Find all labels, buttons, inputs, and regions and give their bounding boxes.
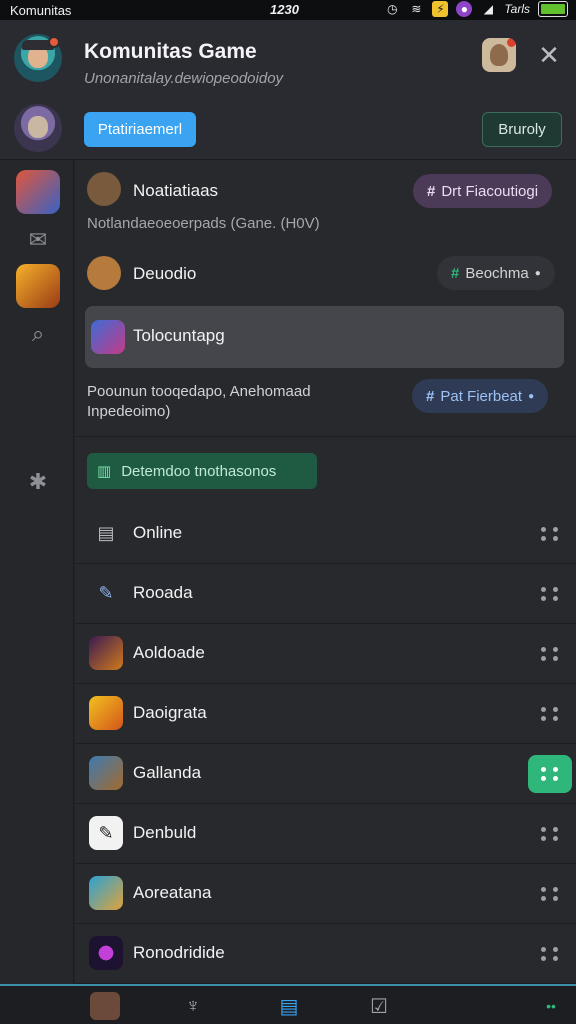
tag-pill-label: Drt Fiacoutiogi — [441, 182, 539, 200]
hash-icon: # — [451, 264, 460, 282]
list-item-label: Daoigrata — [133, 703, 207, 722]
green-tag-label: Detemdoo tnothasonos — [121, 462, 277, 480]
close-icon[interactable]: ✕ — [536, 42, 562, 68]
note-line-2: Inpedeoimo) — [87, 403, 171, 420]
board-icon[interactable]: ▤ — [274, 992, 304, 1020]
circle-icon: ● — [456, 1, 473, 17]
status-text: Tarls — [504, 2, 530, 16]
tag-pill-label: Pat Fierbeat — [440, 387, 523, 405]
list-item-label: Rooada — [133, 583, 193, 602]
list-item-label: Denbuld — [133, 823, 197, 842]
bolt-icon: ⚡ — [432, 1, 449, 17]
alarm-icon: ◷ — [387, 2, 398, 16]
top-item-label[interactable]: Deuodio — [133, 264, 196, 284]
dot-icon: ● — [528, 390, 535, 402]
game-icon — [89, 696, 123, 730]
tag-pill[interactable]: # Drt Fiacoutiogi — [413, 174, 553, 208]
list-item-label: Aoldoade — [133, 643, 205, 662]
board-icon: ▥ — [97, 463, 112, 480]
drag-handle-icon[interactable] — [540, 943, 560, 965]
wifi-icon: ≋ — [411, 2, 422, 16]
tag-pill[interactable]: # Pat Fierbeat ● — [412, 379, 549, 413]
game-icon — [89, 756, 123, 790]
character-icon — [87, 172, 121, 206]
rail-game-icon[interactable] — [16, 170, 60, 214]
carrier-label: Komunitas — [10, 2, 72, 18]
drag-handle-icon[interactable] — [540, 583, 560, 605]
signal-icon: ◢ — [483, 2, 494, 16]
user-avatar[interactable] — [14, 104, 62, 152]
game-icon — [89, 936, 123, 970]
list-item[interactable]: ✎ Rooada — [75, 564, 576, 624]
mail-icon[interactable]: ✉ — [16, 218, 60, 262]
top-item-label[interactable]: Noatiatiaas — [133, 181, 218, 201]
hash-icon: # — [427, 182, 436, 200]
list-item[interactable]: Gallanda — [75, 744, 576, 804]
tag-pill[interactable]: # Beochma ● — [437, 256, 555, 290]
status-bar: Komunitas 1230 ◷ ≋ ⚡ ● ◢ Tarls — [0, 0, 576, 20]
left-rail: ✉ ⌕ ✱ — [0, 160, 74, 984]
divider — [75, 436, 576, 437]
page-title: Komunitas Game — [84, 40, 257, 63]
list-item[interactable]: Aoldoade — [75, 624, 576, 684]
settings-icon[interactable]: ✱ — [16, 460, 60, 504]
drag-handle-icon[interactable] — [540, 883, 560, 905]
avatar-face — [28, 116, 48, 138]
game-icon — [89, 876, 123, 910]
search-icon[interactable]: ⌕ — [16, 312, 60, 356]
channel-list: Noatiatiaas # Drt Fiacoutiogi Notlandaeo… — [75, 160, 576, 984]
book-icon: ✎ — [89, 816, 123, 850]
inbox-icon[interactable]: ☑ — [364, 992, 394, 1020]
pen-icon: ✎ — [98, 582, 114, 603]
list-item-label: Ronodridide — [133, 943, 225, 962]
tree-icon[interactable]: ♆ — [178, 992, 208, 1020]
more-icon[interactable]: •• — [536, 992, 566, 1020]
list-item[interactable]: Daoigrata — [75, 684, 576, 744]
list-item-label: Gallanda — [133, 763, 202, 782]
notification-dot — [48, 36, 60, 48]
primary-button[interactable]: Ptatiriaemerl — [84, 112, 196, 147]
game-icon — [91, 320, 125, 354]
note-line-1: Poounun tooqedapo, Anehomaad — [87, 383, 311, 400]
home-tab-icon[interactable] — [90, 992, 120, 1020]
description-text: Notlandaeoeoerpads (Gane. (H0V) — [87, 215, 320, 232]
drag-handle-icon[interactable] — [540, 703, 560, 725]
tag-pill-label: Beochma — [465, 264, 529, 282]
hash-icon: # — [426, 387, 435, 405]
page-subtitle: Unonanitalay.dewiopeodoidoy — [84, 70, 284, 87]
drag-handle-icon[interactable] — [540, 523, 560, 545]
list-item[interactable]: Ronodridide — [75, 924, 576, 984]
green-tag-button[interactable]: ▥ Detemdoo tnothasonos — [87, 453, 317, 489]
list-item[interactable]: Aoreatana — [75, 864, 576, 924]
game-icon — [89, 636, 123, 670]
battery-icon — [538, 1, 568, 17]
list-item-label: Aoreatana — [133, 883, 212, 902]
drag-handle-icon[interactable] — [528, 755, 572, 793]
community-header: Komunitas Game Unonanitalay.dewiopeodoid… — [0, 20, 576, 160]
secondary-button[interactable]: Bruroly — [482, 112, 562, 147]
bottom-nav: ♆ ▤ ☑ •• — [0, 984, 576, 1024]
calendar-icon: ▤ — [97, 522, 115, 543]
rail-game-icon[interactable] — [16, 264, 60, 308]
drag-handle-icon[interactable] — [540, 823, 560, 845]
list-item-label: Online — [133, 523, 183, 542]
list-item[interactable]: ✎ Denbuld — [75, 804, 576, 864]
character-icon — [87, 256, 121, 290]
dot-icon: ● — [534, 267, 541, 279]
top-item-label[interactable]: Tolocuntapg — [133, 326, 225, 346]
badge-dot — [507, 38, 516, 47]
status-icons: ◷ ≋ ⚡ ● ◢ Tarls — [384, 1, 568, 17]
clock: 1230 — [270, 2, 299, 17]
profile-thumbnail[interactable] — [482, 38, 516, 72]
list-item[interactable]: ▤ Online — [75, 504, 576, 564]
drag-handle-icon[interactable] — [540, 643, 560, 665]
